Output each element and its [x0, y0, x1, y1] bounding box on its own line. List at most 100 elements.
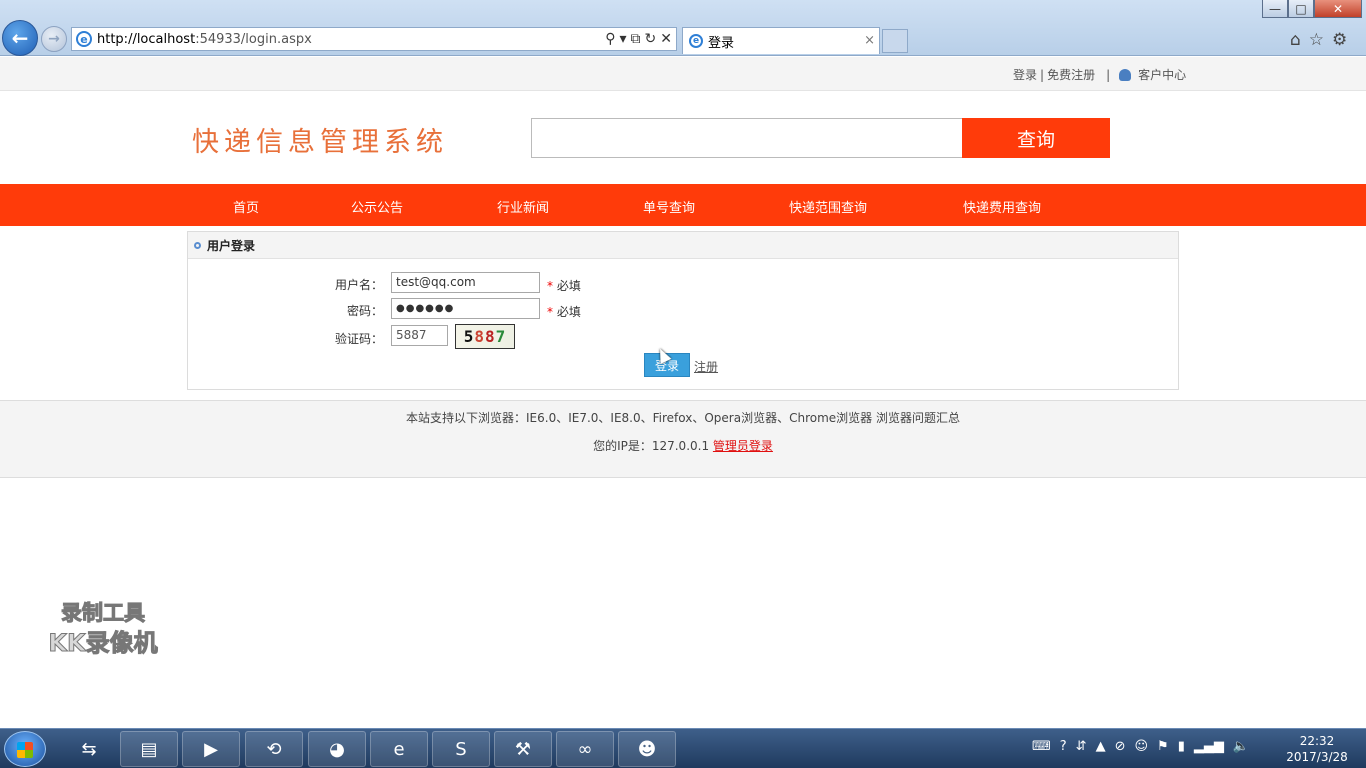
- watermark-line2: KK录像机: [48, 629, 158, 658]
- forward-arrow-icon: →: [48, 31, 60, 47]
- address-bar-icons: ⚲ ▾ ⧉ ↻ ✕: [605, 31, 672, 47]
- watermark-line1: 录制工具: [61, 601, 146, 626]
- ie-taskbar-icon[interactable]: e: [370, 731, 428, 767]
- ie-icon: e: [76, 31, 92, 47]
- username-field[interactable]: test@qq.com: [391, 272, 540, 293]
- nav-item-home[interactable]: 首页: [233, 197, 259, 216]
- recorder-watermark: 录制工具 KK录像机: [33, 598, 173, 658]
- required-text: 必填: [556, 305, 581, 319]
- captcha-char: 7: [495, 327, 507, 346]
- clock-time: 22:32: [1299, 734, 1335, 748]
- url-host: http://localhost: [97, 31, 196, 47]
- show-hidden-icons-icon[interactable]: ▲: [1096, 739, 1106, 754]
- device-icon[interactable]: ▮: [1178, 739, 1185, 754]
- system-tray: ⌨ ? ⇵ ▲ ⊘ ☺ ⚑ ▮ ▂▄▆ 🔈: [1032, 739, 1249, 754]
- security-icon[interactable]: ⊘: [1115, 739, 1126, 754]
- required-star: *: [547, 279, 553, 293]
- tab-title: 登录: [708, 35, 735, 51]
- forward-button[interactable]: →: [41, 26, 67, 52]
- captcha-char: 8: [474, 327, 485, 346]
- captcha-char: 8: [485, 327, 496, 346]
- close-window-button[interactable]: ✕: [1314, 0, 1362, 18]
- user-icon: [1119, 68, 1132, 81]
- username-label: 用户名：: [334, 278, 383, 292]
- browser-toolbar: ⌂ ☆ ⚙: [1290, 30, 1347, 50]
- start-button[interactable]: [4, 731, 46, 767]
- site-logo[interactable]: 快递信息管理系统: [192, 120, 448, 159]
- search-icon[interactable]: ⚲: [605, 31, 615, 47]
- tools-icon[interactable]: ⚒: [494, 731, 552, 767]
- visual-studio-icon[interactable]: ∞: [556, 731, 614, 767]
- windows-taskbar: ⇆ ▤ ▶ ⟲ ◕ e S ⚒ ∞ ☻ ⌨ ? ⇵ ▲ ⊘ ☺ ⚑ ▮ ▂▄▆ …: [0, 728, 1366, 768]
- sync-icon[interactable]: ⟲: [245, 731, 303, 767]
- bullet-icon: [194, 241, 201, 249]
- required-star: *: [547, 305, 553, 319]
- explorer-icon[interactable]: ▤: [120, 731, 178, 767]
- separator: |: [1040, 67, 1045, 82]
- qq-icon[interactable]: ◕: [308, 731, 366, 767]
- ip-text: 您的IP是：127.0.0.1: [593, 439, 713, 453]
- qq-tray-icon[interactable]: ☺: [1134, 739, 1148, 754]
- captcha-image[interactable]: 5887: [455, 324, 515, 349]
- network-icon[interactable]: ▂▄▆: [1194, 739, 1224, 754]
- captcha-char: 5: [463, 327, 475, 346]
- top-utility-bar: 登录 | 免费注册 | 客户中心: [0, 57, 1366, 91]
- nav-item-tracking-query[interactable]: 单号查询: [643, 197, 695, 216]
- ie-tab-icon: e: [689, 34, 703, 48]
- game-icon[interactable]: ☻: [618, 731, 676, 767]
- favorites-star-icon[interactable]: ☆: [1309, 30, 1324, 50]
- customer-center-link[interactable]: 客户中心: [1138, 66, 1186, 83]
- new-tab-button[interactable]: [882, 29, 908, 53]
- required-text: 必填: [556, 279, 581, 293]
- keyboard-icon[interactable]: ⌨: [1032, 739, 1051, 754]
- password-label: 密码：: [346, 304, 383, 318]
- close-tab-icon[interactable]: ×: [864, 33, 875, 48]
- password-field[interactable]: ●●●●●●: [391, 298, 540, 319]
- minimize-button[interactable]: —: [1262, 0, 1288, 18]
- footer: 本站支持以下浏览器：IE6.0、IE7.0、IE8.0、Firefox、Oper…: [0, 400, 1366, 478]
- home-icon[interactable]: ⌂: [1290, 30, 1301, 50]
- search-input[interactable]: [531, 118, 963, 158]
- wps-icon[interactable]: S: [432, 731, 490, 767]
- browser-tab[interactable]: e 登录 ×: [682, 27, 880, 54]
- nav-item-announcements[interactable]: 公示公告: [351, 197, 403, 216]
- register-link[interactable]: 注册: [694, 358, 718, 375]
- help-icon[interactable]: ?: [1060, 739, 1067, 754]
- clock-date: 2017/3/28: [1286, 750, 1348, 764]
- browser-chrome: ← → e http://localhost:54933/login.aspx …: [0, 0, 1366, 56]
- main-nav: 首页 公示公告 行业新闻 单号查询 快递范围查询 快递费用查询: [0, 184, 1366, 226]
- url-path: :54933/login.aspx: [195, 31, 312, 47]
- settings-gear-icon[interactable]: ⚙: [1332, 30, 1347, 50]
- login-panel-header: 用户登录: [188, 232, 1178, 259]
- dropdown-icon[interactable]: ▾: [620, 31, 627, 47]
- volume-icon[interactable]: 🔈: [1233, 739, 1249, 754]
- back-arrow-icon: ←: [11, 26, 29, 50]
- admin-login-link[interactable]: 管理员登录: [713, 439, 773, 453]
- input-method-icon[interactable]: ⇵: [1076, 739, 1087, 754]
- login-panel-title: 用户登录: [207, 238, 256, 253]
- top-login-link[interactable]: 登录: [1013, 66, 1037, 83]
- nav-item-coverage-query[interactable]: 快递范围查询: [789, 197, 867, 216]
- captcha-field[interactable]: 5887: [391, 325, 448, 346]
- media-player-icon[interactable]: ▶: [182, 731, 240, 767]
- action-center-icon[interactable]: ⚑: [1157, 739, 1169, 754]
- stop-icon[interactable]: ✕: [660, 31, 672, 47]
- compat-view-icon[interactable]: ⧉: [631, 31, 641, 47]
- teamviewer-icon[interactable]: ⇆: [60, 731, 118, 767]
- nav-item-fee-query[interactable]: 快递费用查询: [963, 197, 1041, 216]
- username-required: * 必填: [547, 277, 581, 294]
- refresh-icon[interactable]: ↻: [645, 31, 657, 47]
- top-links: 登录 | 免费注册 | 客户中心: [1013, 66, 1186, 83]
- captcha-label: 验证码：: [334, 332, 383, 346]
- search-button[interactable]: 查询: [962, 118, 1110, 158]
- back-button[interactable]: ←: [2, 20, 38, 56]
- supported-browsers-text: 本站支持以下浏览器：IE6.0、IE7.0、IE8.0、Firefox、Oper…: [406, 411, 960, 425]
- ip-info: 您的IP是：127.0.0.1 管理员登录: [0, 437, 1366, 454]
- password-required: * 必填: [547, 303, 581, 320]
- maximize-button[interactable]: □: [1288, 0, 1314, 18]
- separator: |: [1106, 67, 1111, 82]
- top-register-link[interactable]: 免费注册: [1047, 66, 1095, 83]
- clock[interactable]: 22:32 2017/3/28: [1282, 733, 1352, 765]
- address-bar[interactable]: e http://localhost:54933/login.aspx ⚲ ▾ …: [71, 27, 677, 51]
- nav-item-industry-news[interactable]: 行业新闻: [497, 197, 549, 216]
